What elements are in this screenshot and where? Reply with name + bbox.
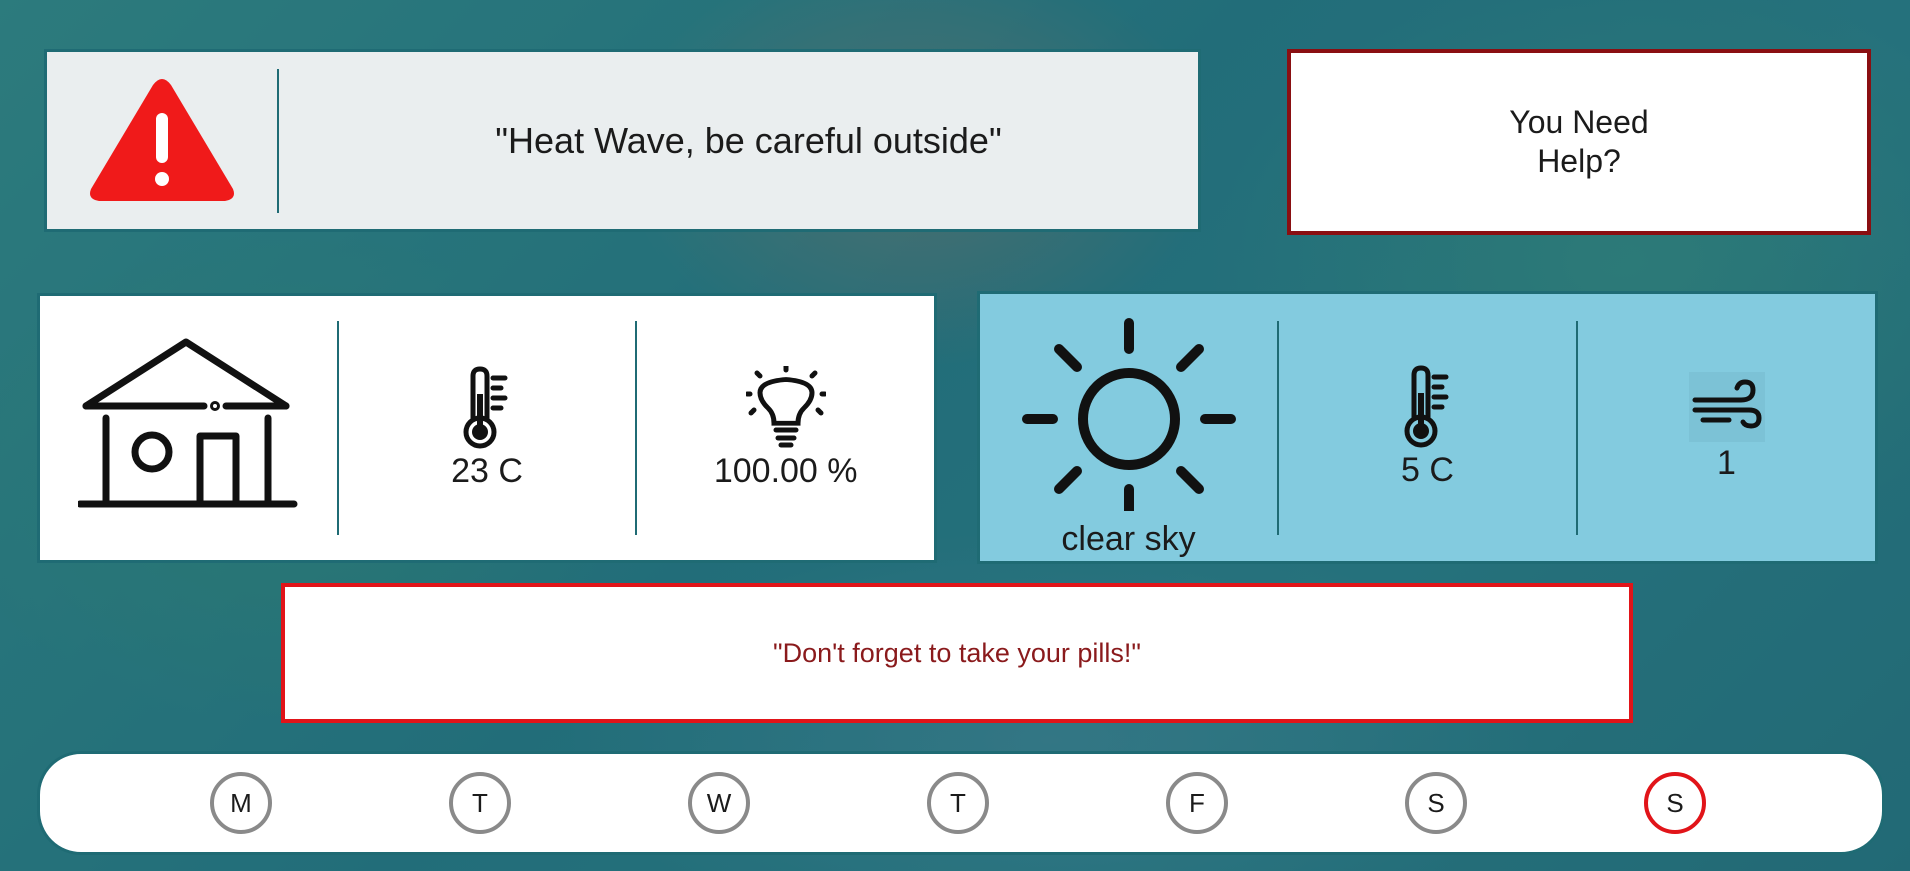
outdoor-temperature-cell: 5 C bbox=[1279, 294, 1576, 561]
alert-message: "Heat Wave, be careful outside" bbox=[495, 119, 1002, 161]
day-thursday[interactable]: T bbox=[927, 772, 989, 834]
indoor-temperature-cell: 23 C bbox=[339, 296, 636, 560]
indoor-temperature-value: 23 C bbox=[451, 451, 523, 490]
alert-banner: "Heat Wave, be careful outside" bbox=[44, 49, 1201, 232]
reminder-banner: "Don't forget to take your pills!" bbox=[281, 583, 1633, 723]
outdoor-condition: clear sky bbox=[1061, 520, 1196, 558]
house-icon bbox=[78, 338, 298, 508]
day-monday[interactable]: M bbox=[210, 772, 272, 834]
outdoor-wind-value: 1 bbox=[1717, 444, 1736, 482]
indoor-house-cell bbox=[40, 296, 337, 560]
outdoor-card: clear sky 5 C 1 bbox=[977, 291, 1878, 564]
day-saturday[interactable]: S bbox=[1405, 772, 1467, 834]
outdoor-temperature-value: 5 C bbox=[1401, 451, 1454, 489]
help-label-line1: You Need bbox=[1509, 104, 1649, 140]
day-wednesday[interactable]: W bbox=[688, 772, 750, 834]
wind-icon bbox=[1688, 372, 1765, 442]
day-sunday[interactable]: S bbox=[1644, 772, 1706, 834]
day-tuesday[interactable]: T bbox=[449, 772, 511, 834]
weekday-selector: M T W T F S S bbox=[37, 751, 1885, 855]
indoor-light-cell: 100.00 % bbox=[637, 296, 934, 560]
warning-triangle-icon bbox=[90, 78, 234, 201]
help-label-line2: Help? bbox=[1537, 143, 1621, 179]
help-button[interactable]: You Need Help? bbox=[1287, 49, 1871, 235]
sun-icon bbox=[1021, 317, 1236, 511]
outdoor-wind-cell: 1 bbox=[1578, 294, 1875, 561]
indoor-card: 23 C 100.00 % bbox=[37, 293, 937, 563]
thermometer-icon bbox=[1404, 365, 1448, 448]
thermometer-icon bbox=[463, 365, 508, 448]
alert-icon-area bbox=[47, 52, 277, 229]
lightbulb-icon bbox=[745, 365, 826, 447]
reminder-message: "Don't forget to take your pills!" bbox=[773, 637, 1141, 668]
indoor-light-value: 100.00 % bbox=[713, 451, 858, 490]
outdoor-weather-cell: clear sky bbox=[980, 294, 1277, 561]
day-friday[interactable]: F bbox=[1166, 772, 1228, 834]
